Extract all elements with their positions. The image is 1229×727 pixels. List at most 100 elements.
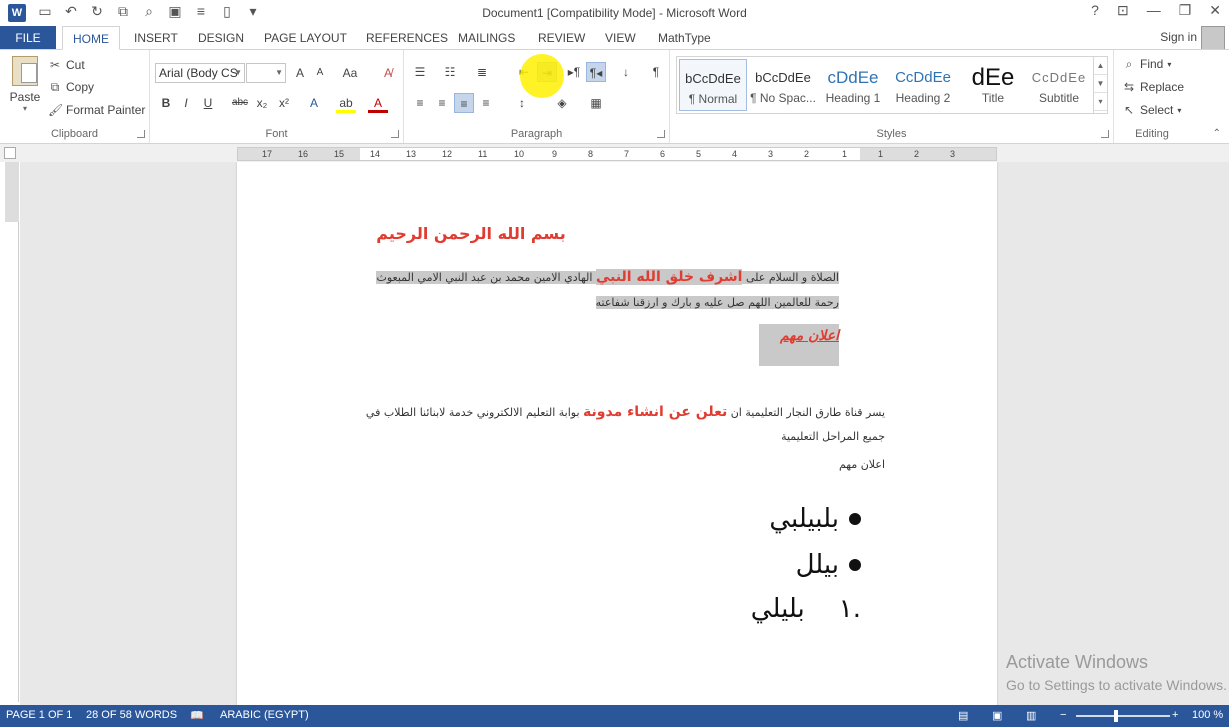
read-mode-icon[interactable]: ▤ [958, 709, 968, 722]
document-canvas[interactable]: بسم الله الرحمن الرحيم الصلاة و السلام ع… [20, 162, 1229, 705]
justify-icon[interactable]: ≡ [476, 93, 496, 113]
more-styles-icon[interactable]: ▾ [1094, 93, 1107, 111]
tab-mathtype[interactable]: MathType [658, 26, 711, 50]
proofing-icon[interactable]: 📖 [190, 709, 204, 722]
zoom-level[interactable]: 100 % [1192, 709, 1223, 721]
tab-file[interactable]: FILE [0, 26, 56, 50]
avatar[interactable] [1201, 26, 1225, 50]
document-page[interactable]: بسم الله الرحمن الرحيم الصلاة و السلام ع… [237, 162, 997, 705]
tab-review[interactable]: REVIEW [538, 26, 585, 50]
style-title[interactable]: dEe Title [959, 59, 1027, 111]
paragraph-ilan-plain[interactable]: اعلان مهم [839, 458, 885, 471]
list-item[interactable]: بلبيلبي [769, 504, 861, 534]
vertical-ruler[interactable] [5, 162, 19, 702]
shading-icon[interactable]: ◈ [552, 93, 572, 113]
zoom-in-icon[interactable]: + [1172, 709, 1178, 721]
format-painter-label: Format Painter [66, 103, 146, 117]
tab-page-layout[interactable]: PAGE LAYOUT [264, 26, 347, 50]
numbered-list-item[interactable]: .١ بليلي [751, 594, 861, 624]
underline-button[interactable]: U [198, 93, 218, 113]
tab-view[interactable]: VIEW [605, 26, 636, 50]
style-subtitle[interactable]: CcDdEe Subtitle [1025, 59, 1093, 111]
styles-launcher-icon[interactable] [1101, 130, 1109, 138]
multilevel-list-icon[interactable]: ≣ [472, 62, 492, 82]
show-marks-icon[interactable]: ¶ [646, 62, 666, 82]
align-right-icon[interactable]: ≡ [454, 93, 474, 113]
font-launcher-icon[interactable] [391, 130, 399, 138]
cursor-arrow-icon: ↖ [1123, 103, 1135, 117]
numbering-icon[interactable]: ☷ [440, 62, 460, 82]
highlight-color-icon[interactable]: ab [336, 93, 356, 113]
font-size-combo[interactable]: ▼ [246, 63, 286, 83]
watermark-line-1: Activate Windows [1006, 652, 1149, 672]
clipboard-launcher-icon[interactable] [137, 130, 145, 138]
align-center-icon[interactable]: ≡ [432, 93, 452, 113]
tab-mailings[interactable]: MAILINGS [458, 26, 515, 50]
borders-icon[interactable]: ▦ [586, 93, 606, 113]
style-normal[interactable]: bCcDdEe ¶ Normal [679, 59, 747, 111]
tab-references[interactable]: REFERENCES [366, 26, 448, 50]
list-item[interactable]: بيلل [796, 550, 861, 580]
word-count[interactable]: 28 OF 58 WORDS [86, 709, 177, 721]
change-case-button[interactable]: Aa [336, 63, 364, 83]
zoom-slider-handle[interactable] [1114, 710, 1118, 722]
tab-home[interactable]: HOME [62, 26, 120, 50]
announcement-heading[interactable]: اعلان مهم [759, 324, 839, 366]
close-icon[interactable]: ✕ [1209, 2, 1221, 19]
line-spacing-icon[interactable]: ↕ [512, 93, 532, 113]
scroll-up-icon[interactable]: ▲ [1094, 57, 1107, 75]
align-left-icon[interactable]: ≡ [410, 93, 430, 113]
paragraph-launcher-icon[interactable] [657, 130, 665, 138]
bold-button[interactable]: B [156, 93, 176, 113]
zoom-slider[interactable] [1076, 715, 1170, 717]
shrink-font-button[interactable]: A [310, 63, 330, 83]
replace-label: Replace [1140, 80, 1185, 94]
tab-design[interactable]: DESIGN [198, 26, 244, 50]
style-heading-1[interactable]: cDdEe Heading 1 [819, 59, 887, 111]
strikethrough-button[interactable]: abc [230, 93, 250, 113]
sort-icon[interactable]: ↓ [616, 62, 636, 82]
zoom-out-icon[interactable]: − [1060, 709, 1066, 721]
paragraph-salawat[interactable]: الصلاة و السلام على اشرف خلق الله النبي … [355, 265, 839, 315]
collapse-ribbon-icon[interactable]: ⌃ [1213, 128, 1221, 139]
text-effects-icon[interactable]: A [304, 93, 324, 113]
style-heading-2[interactable]: CcDdEe Heading 2 [889, 59, 957, 111]
right-to-left-icon[interactable]: ¶◂ [586, 62, 606, 82]
format-painter-button[interactable]: 🖌 Format Painter [48, 103, 145, 117]
paste-button[interactable]: Paste ▾ [8, 56, 42, 113]
ruler-tick: 1 [878, 149, 884, 159]
basmala-heading[interactable]: بسم الله الرحمن الرحيم [237, 224, 705, 243]
italic-button[interactable]: I [176, 93, 196, 113]
web-layout-icon[interactable]: ▥ [1026, 709, 1036, 722]
bullets-icon[interactable]: ☰ [410, 62, 430, 82]
language-indicator[interactable]: ARABIC (EGYPT) [220, 709, 309, 721]
sign-in-link[interactable]: Sign in [1160, 30, 1197, 44]
font-name-combo[interactable]: Arial (Body CS ▼ [155, 63, 245, 83]
help-icon[interactable]: ? [1091, 2, 1099, 19]
print-layout-icon[interactable]: ▣ [992, 709, 1002, 722]
left-to-right-icon[interactable]: ▸¶ [564, 62, 584, 82]
tab-insert[interactable]: INSERT [134, 26, 178, 50]
restore-icon[interactable]: ❐ [1179, 2, 1192, 19]
font-color-icon[interactable]: A [368, 93, 388, 113]
horizontal-ruler[interactable]: 17 16 15 14 13 12 11 10 9 8 7 6 5 4 3 2 … [237, 147, 997, 161]
minimize-icon[interactable]: — [1147, 2, 1161, 19]
paragraph-announcement[interactable]: يسر قناة طارق النجار التعليمية ان تعلن ع… [365, 400, 885, 449]
page-count[interactable]: PAGE 1 OF 1 [6, 709, 72, 721]
ribbon-display-options-icon[interactable]: ⊡ [1117, 2, 1129, 19]
select-button[interactable]: ↖ Select ▾ [1122, 103, 1181, 117]
tab-selector[interactable] [4, 147, 16, 159]
subscript-button[interactable]: x₂ [252, 93, 272, 113]
cut-button[interactable]: ✂ Cut [48, 58, 85, 72]
scroll-down-icon[interactable]: ▼ [1094, 75, 1107, 93]
clear-formatting-icon[interactable]: A̸ [378, 63, 398, 83]
find-button[interactable]: ⌕ Find ▾ [1122, 57, 1172, 71]
superscript-button[interactable]: x² [274, 93, 294, 113]
style-no-spacing[interactable]: bCcDdEe ¶ No Spac... [749, 59, 817, 111]
ruler-tick: 2 [804, 149, 810, 159]
paste-dropdown-icon[interactable]: ▾ [8, 104, 42, 113]
replace-button[interactable]: ⇆ Replace [1122, 80, 1184, 94]
style-name: ¶ No Spac... [750, 91, 816, 105]
copy-button[interactable]: ⧉ Copy [48, 80, 94, 94]
grow-font-button[interactable]: A [290, 63, 310, 83]
